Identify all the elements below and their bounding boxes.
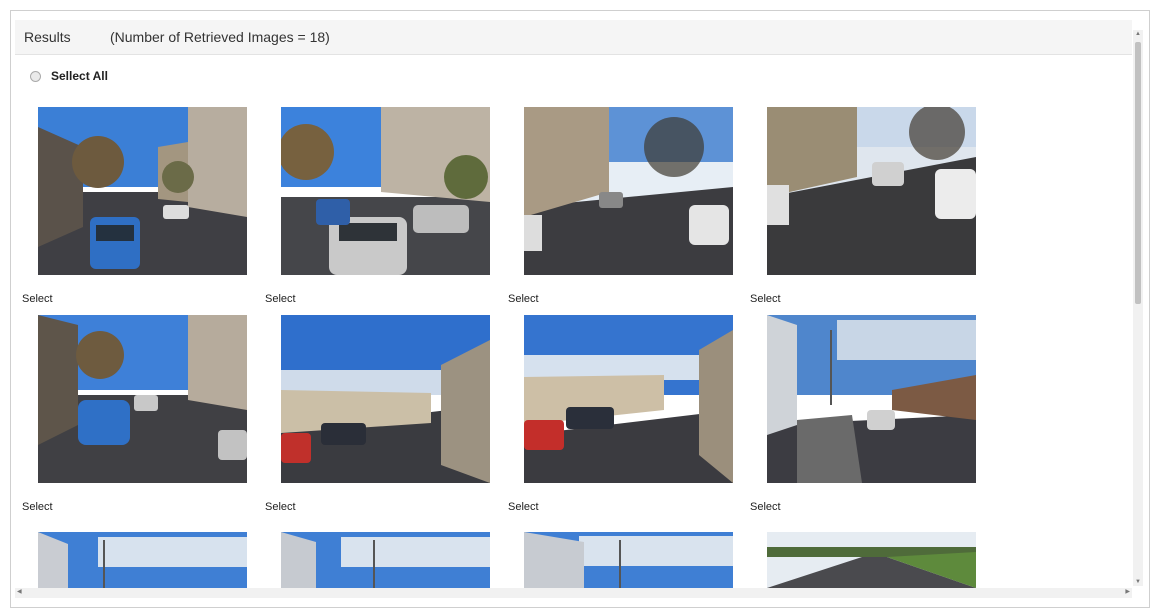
street-photo (38, 532, 247, 588)
select-link[interactable]: Select (750, 293, 781, 305)
scroll-down-icon[interactable]: ▼ (1133, 579, 1143, 585)
scrollbar-thumb[interactable] (1135, 42, 1141, 304)
street-photo (281, 107, 490, 275)
results-header: Results (Number of Retrieved Images = 18… (15, 20, 1132, 55)
select-all-option[interactable]: Sellect All (30, 67, 108, 85)
street-photo (524, 532, 733, 588)
scroll-left-icon[interactable]: ◀ (17, 588, 22, 595)
select-link[interactable]: Select (22, 501, 53, 513)
result-image-1[interactable] (38, 107, 247, 275)
result-image-4[interactable] (767, 107, 976, 275)
vertical-scrollbar[interactable]: ▲ ▼ (1133, 30, 1143, 586)
select-link[interactable]: Select (265, 501, 296, 513)
street-photo (38, 107, 247, 275)
result-image-7[interactable] (524, 315, 733, 483)
select-all-radio[interactable] (30, 70, 41, 82)
street-photo (767, 315, 976, 483)
result-image-2[interactable] (281, 107, 490, 275)
result-image-5[interactable] (38, 315, 247, 483)
result-image-6[interactable] (281, 315, 490, 483)
results-panel (10, 10, 1150, 608)
select-link[interactable]: Select (508, 293, 539, 305)
result-image-8[interactable] (767, 315, 976, 483)
street-photo (281, 532, 490, 588)
street-photo (767, 532, 976, 588)
street-photo (38, 315, 247, 483)
results-title: Results (24, 29, 71, 45)
select-link[interactable]: Select (22, 293, 53, 305)
select-link[interactable]: Select (750, 501, 781, 513)
street-photo (281, 315, 490, 483)
street-photo (767, 107, 976, 275)
scroll-right-icon[interactable]: ▶ (1125, 588, 1130, 595)
result-image-10[interactable] (281, 532, 490, 588)
select-link[interactable]: Select (265, 293, 296, 305)
select-link[interactable]: Select (508, 501, 539, 513)
result-image-3[interactable] (524, 107, 733, 275)
retrieved-count: (Number of Retrieved Images = 18) (110, 29, 330, 45)
select-all-label: Sellect All (51, 69, 108, 83)
result-image-12[interactable] (767, 532, 976, 588)
scroll-up-icon[interactable]: ▲ (1133, 31, 1143, 37)
horizontal-scrollbar[interactable]: ◀ ▶ (15, 588, 1132, 598)
street-photo (524, 107, 733, 275)
street-photo (524, 315, 733, 483)
result-image-9[interactable] (38, 532, 247, 588)
result-image-11[interactable] (524, 532, 733, 588)
